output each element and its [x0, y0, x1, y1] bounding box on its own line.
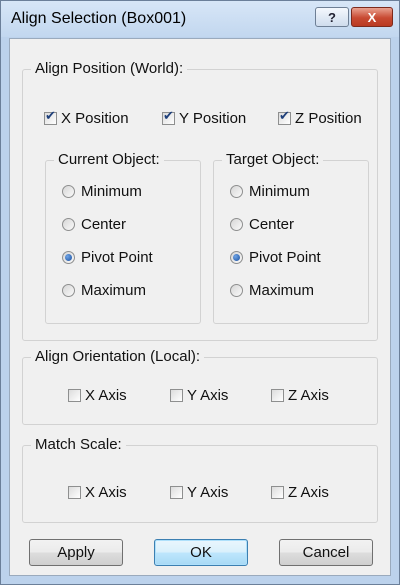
dialog-content: Align Position (World): X Position Y Pos… [9, 38, 391, 576]
current-pivot-point-radio[interactable]: Pivot Point [62, 249, 153, 266]
checkbox-box[interactable] [170, 389, 183, 402]
radio-label: Pivot Point [81, 249, 153, 266]
align-selection-dialog: Align Selection (Box001) ? X Align Posit… [0, 0, 400, 585]
checkbox-box[interactable] [278, 109, 291, 125]
radio-label: Center [249, 216, 295, 233]
apply-button[interactable]: Apply [29, 539, 123, 566]
ok-button[interactable]: OK [154, 539, 248, 566]
target-center-radio[interactable]: Center [230, 216, 294, 233]
current-object-label: Current Object: [54, 151, 164, 168]
radio-dot[interactable] [230, 185, 243, 198]
align-orientation-label: Align Orientation (Local): [31, 348, 205, 365]
radio-label: Center [81, 216, 127, 233]
checkbox-label: Y Axis [187, 387, 229, 404]
scale-y-axis-checkbox[interactable]: Y Axis [170, 484, 228, 501]
current-center-radio[interactable]: Center [62, 216, 126, 233]
align-position-label: Align Position (World): [31, 60, 188, 77]
match-scale-label: Match Scale: [31, 436, 126, 453]
align-position-group: Align Position (World): X Position Y Pos… [22, 60, 378, 341]
radio-label: Pivot Point [249, 249, 321, 266]
align-orientation-group: Align Orientation (Local): X Axis Y Axis… [22, 348, 378, 425]
checkbox-label: Z Axis [288, 387, 329, 404]
radio-label: Maximum [249, 282, 315, 299]
checkbox-box[interactable] [162, 109, 175, 125]
checkbox-box[interactable] [271, 389, 284, 402]
checkbox-box[interactable] [68, 486, 81, 499]
checkbox-box[interactable] [170, 486, 183, 499]
target-minimum-radio[interactable]: Minimum [230, 183, 310, 200]
close-icon: X [367, 9, 377, 25]
target-object-group: Target Object: Minimum Center Pivot Poin… [213, 151, 369, 324]
radio-label: Maximum [81, 282, 147, 299]
checkbox-box[interactable] [44, 109, 57, 125]
checkbox-label: X Axis [85, 484, 127, 501]
radio-dot[interactable] [62, 284, 75, 297]
x-position-checkbox[interactable]: X Position [44, 109, 129, 127]
y-position-checkbox[interactable]: Y Position [162, 109, 247, 127]
radio-dot[interactable] [230, 251, 243, 264]
title-bar[interactable]: Align Selection (Box001) ? X [1, 1, 399, 37]
orientation-y-axis-checkbox[interactable]: Y Axis [170, 387, 228, 404]
checkbox-label: Y Position [179, 110, 247, 127]
current-object-group: Current Object: Minimum Center Pivot Poi… [45, 151, 201, 324]
checkbox-label: Z Position [295, 110, 362, 127]
help-button[interactable]: ? [315, 7, 349, 27]
checkbox-label: Y Axis [187, 484, 229, 501]
window-title: Align Selection (Box001) [11, 10, 187, 27]
target-pivot-point-radio[interactable]: Pivot Point [230, 249, 321, 266]
z-position-checkbox[interactable]: Z Position [278, 109, 362, 127]
orientation-z-axis-checkbox[interactable]: Z Axis [271, 387, 329, 404]
checkbox-label: Z Axis [288, 484, 329, 501]
checkbox-box[interactable] [271, 486, 284, 499]
radio-dot[interactable] [62, 251, 75, 264]
cancel-button[interactable]: Cancel [279, 539, 373, 566]
orientation-x-axis-checkbox[interactable]: X Axis [68, 387, 127, 404]
current-maximum-radio[interactable]: Maximum [62, 282, 146, 299]
checkbox-box[interactable] [68, 389, 81, 402]
radio-dot[interactable] [62, 185, 75, 198]
help-icon: ? [328, 9, 336, 25]
scale-z-axis-checkbox[interactable]: Z Axis [271, 484, 329, 501]
checkbox-label: X Position [61, 110, 129, 127]
radio-dot[interactable] [62, 218, 75, 231]
close-button[interactable]: X [351, 7, 393, 27]
radio-dot[interactable] [230, 284, 243, 297]
radio-label: Minimum [81, 183, 142, 200]
match-scale-group: Match Scale: X Axis Y Axis Z Axis [22, 436, 378, 523]
target-maximum-radio[interactable]: Maximum [230, 282, 314, 299]
checkbox-label: X Axis [85, 387, 127, 404]
radio-label: Minimum [249, 183, 310, 200]
scale-x-axis-checkbox[interactable]: X Axis [68, 484, 127, 501]
current-minimum-radio[interactable]: Minimum [62, 183, 142, 200]
radio-dot[interactable] [230, 218, 243, 231]
target-object-label: Target Object: [222, 151, 324, 168]
